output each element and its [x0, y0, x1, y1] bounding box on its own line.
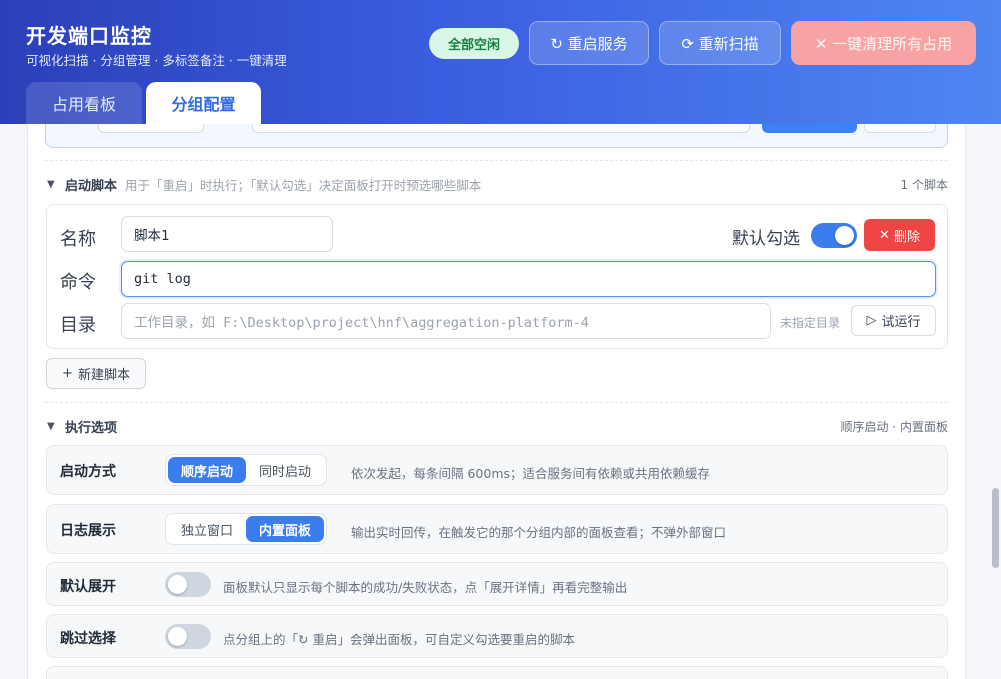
- script-card: 名称 脚本1 默认勾选 ✕ 删除 命令 git log 目录 工作目录，如 F:…: [46, 204, 948, 349]
- rescan-button[interactable]: ⟳ 重新扫描: [659, 21, 781, 65]
- caret-down-icon: ▼: [47, 178, 55, 190]
- new-script-label: 新建脚本: [77, 368, 130, 383]
- close-icon: ✕: [879, 227, 890, 243]
- exec-summary: 顺序启动 · 内置面板: [840, 419, 948, 434]
- command-label: 命令: [60, 272, 96, 293]
- skip-select-toggle[interactable]: [165, 624, 211, 649]
- new-script-button[interactable]: + 新建脚本: [46, 358, 146, 389]
- plus-icon: +: [62, 366, 73, 381]
- option-description: 依次发起，每条间隔 600ms；适合服务间有依赖或共用依赖缓存: [351, 466, 711, 481]
- delete-label: 删除: [893, 229, 920, 245]
- app-title: 开发端口监控: [26, 24, 152, 48]
- toggle-knob: [168, 575, 187, 594]
- default-expand-toggle[interactable]: [165, 572, 211, 597]
- clipped-button[interactable]: [762, 124, 857, 133]
- option-row-clipped: [46, 666, 948, 679]
- seg-option-sequential[interactable]: 顺序启动: [168, 457, 247, 483]
- restart-service-button[interactable]: ↻ 重启服务: [529, 21, 649, 65]
- tab-group-config[interactable]: 分组配置: [146, 82, 261, 124]
- group-config-panel: ▼ 启动脚本 用于「重启」时执行；「默认勾选」决定面板打开时预选哪些脚本 1 个…: [27, 124, 966, 679]
- default-checked-toggle[interactable]: [811, 223, 857, 248]
- scrollbar-thumb[interactable]: [992, 488, 999, 568]
- directory-input[interactable]: 工作目录，如 F:\Desktop\project\hnf\aggregatio…: [121, 303, 771, 339]
- startup-scripts-header[interactable]: ▼ 启动脚本 用于「重启」时执行；「默认勾选」决定面板打开时预选哪些脚本 1 个…: [47, 174, 948, 194]
- play-icon: ▷: [866, 313, 877, 328]
- option-label: 日志展示: [60, 523, 116, 539]
- option-row-default-expand: 默认展开 面板默认只显示每个脚本的成功/失败状态，点「展开详情」再看完整输出: [46, 562, 948, 606]
- section-divider: [45, 402, 948, 403]
- section-title: 执行选项: [65, 420, 118, 436]
- delete-script-button[interactable]: ✕ 删除: [864, 219, 935, 251]
- previous-section-panel: [45, 124, 948, 148]
- script-count: 1 个脚本: [900, 177, 948, 192]
- option-row-log-display: 日志展示 独立窗口 内置面板 输出实时回传，在触发它的那个分组内部的面板查看；不…: [46, 504, 948, 554]
- option-description: 面板默认只显示每个脚本的成功/失败状态，点「展开详情」再看完整输出: [223, 580, 628, 595]
- log-display-segment: 独立窗口 内置面板: [165, 513, 328, 545]
- directory-label: 目录: [60, 315, 96, 336]
- option-label: 默认展开: [60, 579, 116, 595]
- status-badge: 全部空闲: [429, 28, 519, 59]
- launch-mode-segment: 顺序启动 同时启动: [165, 454, 328, 486]
- toggle-knob: [835, 226, 854, 245]
- name-label: 名称: [60, 229, 96, 250]
- app-header: 开发端口监控 可视化扫描 · 分组管理 · 多标签备注 · 一键清理 全部空闲 …: [0, 0, 1001, 124]
- seg-option-builtin-panel[interactable]: 内置面板: [246, 516, 325, 542]
- seg-option-parallel[interactable]: 同时启动: [246, 457, 324, 483]
- clear-all-button[interactable]: ✕ 一键清理所有占用: [791, 21, 976, 65]
- app-subtitle: 可视化扫描 · 分组管理 · 多标签备注 · 一键清理: [26, 53, 287, 68]
- option-row-launch-mode: 启动方式 顺序启动 同时启动 依次发起，每条间隔 600ms；适合服务间有依赖或…: [46, 445, 948, 495]
- section-description: 用于「重启」时执行；「默认勾选」决定面板打开时预选哪些脚本: [125, 177, 482, 193]
- section-divider: [45, 160, 948, 161]
- try-run-label: 试运行: [881, 315, 921, 330]
- toggle-knob: [168, 627, 187, 646]
- option-label: 启动方式: [60, 464, 116, 480]
- option-description: 点分组上的「↻ 重启」会弹出面板，可自定义勾选要重启的脚本: [223, 632, 575, 647]
- option-description: 输出实时回传，在触发它的那个分组内部的面板查看；不弹外部窗口: [351, 525, 727, 540]
- seg-option-separate-window[interactable]: 独立窗口: [168, 516, 246, 542]
- try-run-button[interactable]: ▷ 试运行: [851, 305, 936, 336]
- tab-usage-board[interactable]: 占用看板: [26, 82, 142, 124]
- command-input[interactable]: git log: [121, 261, 936, 297]
- app-window: 开发端口监控 可视化扫描 · 分组管理 · 多标签备注 · 一键清理 全部空闲 …: [0, 0, 1001, 679]
- default-checked-label: 默认勾选: [732, 229, 800, 249]
- caret-down-icon: ▼: [47, 420, 55, 432]
- clipped-button[interactable]: [864, 124, 936, 133]
- option-row-skip-select: 跳过选择 点分组上的「↻ 重启」会弹出面板，可自定义勾选要重启的脚本: [46, 614, 948, 658]
- script-name-input[interactable]: 脚本1: [121, 216, 333, 252]
- exec-options-header[interactable]: ▼ 执行选项 顺序启动 · 内置面板: [47, 416, 948, 436]
- option-label: 跳过选择: [60, 631, 116, 647]
- clipped-input[interactable]: [98, 124, 204, 133]
- clipped-input[interactable]: [252, 124, 750, 133]
- directory-status: 未指定目录: [780, 316, 841, 330]
- section-title: 启动脚本: [65, 178, 118, 194]
